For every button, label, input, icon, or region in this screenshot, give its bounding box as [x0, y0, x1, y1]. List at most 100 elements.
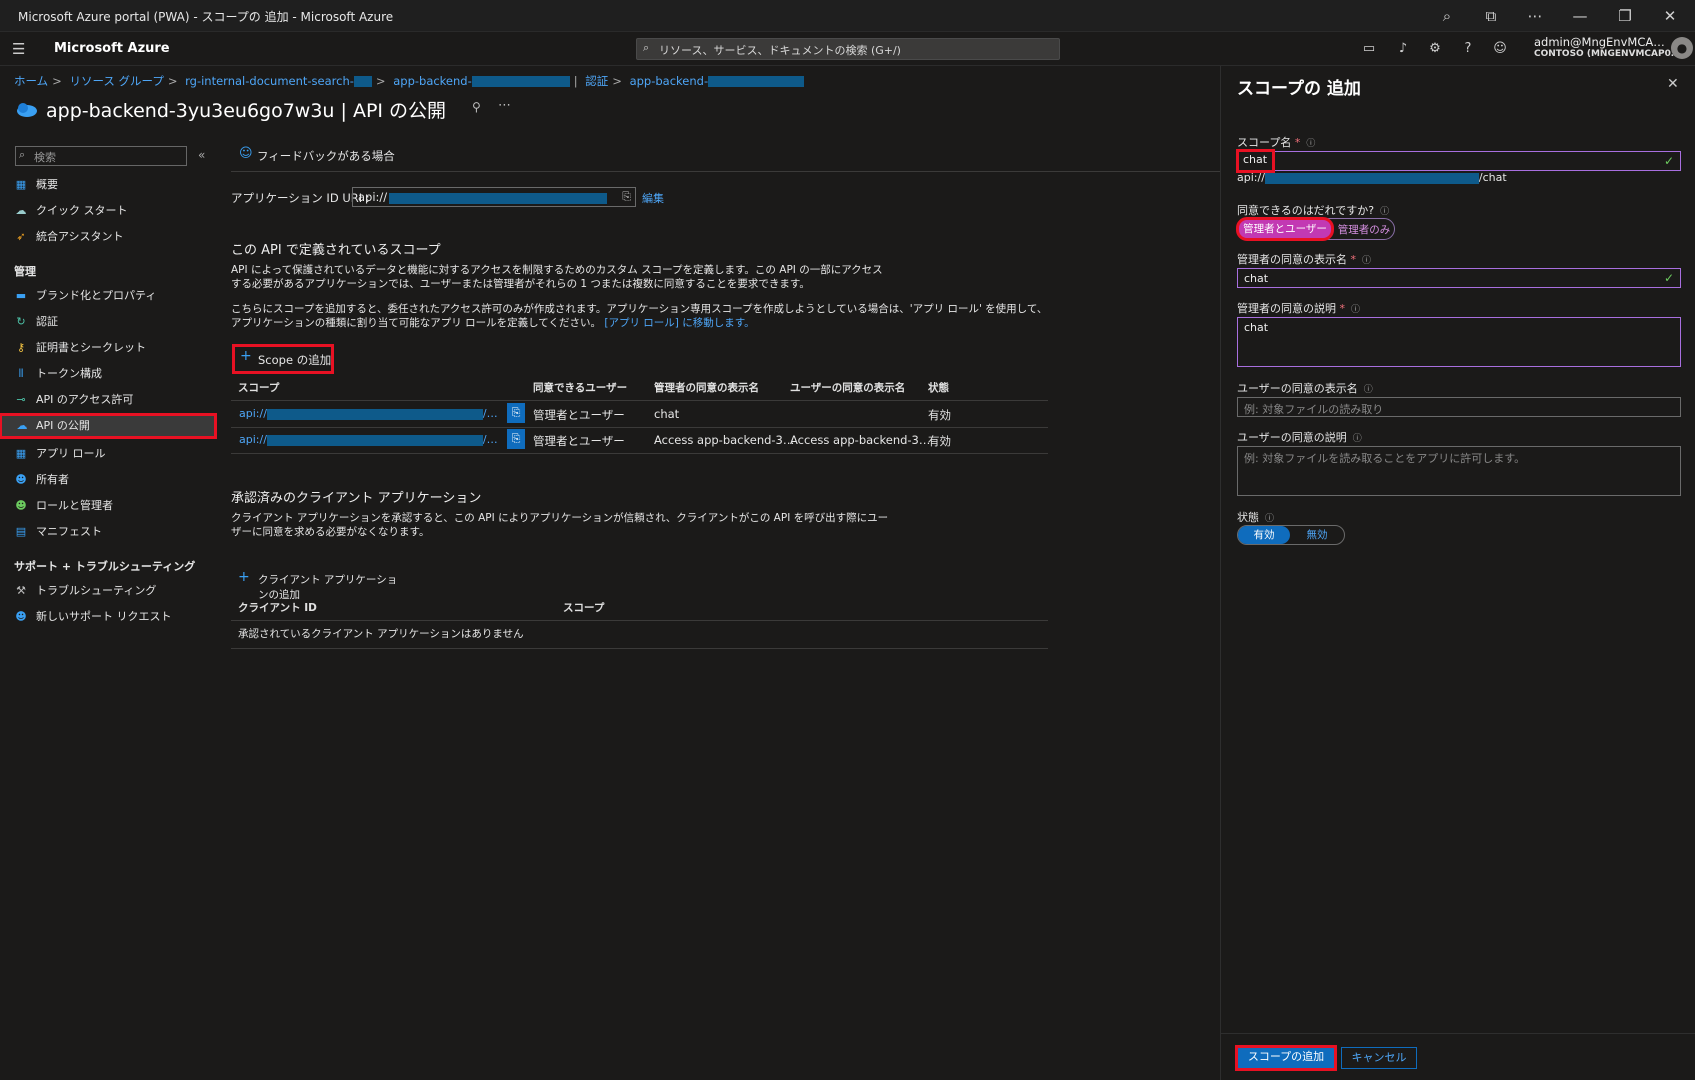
sidebar-section-support: サポート + トラブルシューティング	[14, 560, 196, 573]
bell-icon[interactable]: ♪	[1393, 39, 1413, 59]
state-enabled-option[interactable]: 有効	[1238, 526, 1290, 544]
close-window-icon[interactable]: ✕	[1656, 4, 1684, 28]
permissions-icon: ⊸	[16, 393, 26, 406]
add-client-button[interactable]: + クライアント アプリケーションの追加	[236, 569, 406, 601]
sidebar-item-label: 所有者	[36, 473, 69, 486]
sidebar-item-api-permissions[interactable]: ⊸ API のアクセス許可	[14, 389, 214, 411]
sidebar-item-owners[interactable]: ☻ 所有者	[14, 469, 214, 491]
state-label: 状態 ⓘ	[1237, 511, 1275, 524]
brand-name[interactable]: Microsoft Azure	[54, 41, 170, 56]
app-registration-icon	[17, 103, 37, 117]
admin-display-input[interactable]: chat ✓	[1237, 268, 1681, 288]
minimize-icon[interactable]: —	[1566, 4, 1594, 28]
cell-admin-name: Access app-backend-3…	[654, 433, 795, 447]
panel-title: スコープの 追加	[1237, 79, 1361, 99]
more-options-icon[interactable]: ⋯	[498, 98, 511, 113]
collapse-icon[interactable]: «	[198, 148, 205, 162]
search-placeholder: リソース、サービス、ドキュメントの検索 (G+/)	[659, 44, 901, 57]
scope-link[interactable]: api:///…	[239, 407, 498, 420]
col-state: 状態	[928, 382, 949, 394]
menu-icon[interactable]: ☰	[12, 40, 25, 58]
sidebar-item-roles-admins[interactable]: ☻ ロールと管理者	[14, 495, 214, 517]
global-search-input[interactable]: ⌕ リソース、サービス、ドキュメントの検索 (G+/)	[636, 38, 1060, 60]
breadcrumb-item[interactable]: app-backend-	[393, 74, 472, 88]
gear-icon[interactable]: ⚙	[1425, 39, 1445, 59]
scope-name-input[interactable]: chat ✓	[1236, 149, 1681, 173]
col-admin-name: 管理者の同意の表示名	[654, 382, 759, 394]
zoom-icon[interactable]: ⌕	[1433, 4, 1461, 28]
sidebar-item-troubleshooting[interactable]: ⚒ トラブルシューティング	[14, 580, 214, 602]
breadcrumb: ホーム > リソース グループ > rg-internal-document-sea…	[14, 73, 805, 89]
sidebar-item-manifest[interactable]: ▤ マニフェスト	[14, 521, 214, 543]
sidebar-item-app-roles[interactable]: ▦ アプリ ロール	[14, 443, 214, 465]
user-desc-textarea[interactable]: 例: 対象ファイルを読み取ることをアプリに許可します。	[1237, 446, 1681, 496]
page-title: app-backend-3yu3eu6go7w3u | API の公開	[46, 100, 447, 122]
cloud-icon: ☁	[16, 419, 28, 432]
clients-description: クライアント アプリケーションを承認すると、この API によりアプリケーション…	[231, 512, 889, 538]
feedback-link[interactable]: フィードバックがある場合	[257, 148, 395, 164]
cloud-shell-icon[interactable]: ▭	[1359, 39, 1379, 59]
copy-icon[interactable]: ⎘	[507, 429, 525, 449]
feedback-icon[interactable]: ☺	[1490, 39, 1510, 59]
breadcrumb-item[interactable]: rg-internal-document-search-	[185, 74, 354, 88]
close-icon[interactable]: ✕	[1667, 76, 1679, 92]
manifest-icon: ▤	[15, 525, 27, 538]
cell-state: 有効	[928, 408, 951, 422]
col-scope: スコープ	[238, 382, 280, 394]
sidebar-item-quickstart[interactable]: ☁ クイック スタート	[14, 200, 214, 222]
breadcrumb-item[interactable]: 認証	[585, 74, 608, 88]
roles-admins-icon: ☻	[15, 499, 27, 512]
consent-option-admins-only[interactable]: 管理者のみ	[1334, 221, 1394, 239]
admin-desc-textarea[interactable]: chat	[1237, 317, 1681, 367]
scope-link[interactable]: api:///…	[239, 433, 498, 446]
sidebar-item-assistant[interactable]: ➶ 統合アシスタント	[14, 226, 214, 248]
sidebar-search-input[interactable]: ⌕ 検索	[15, 146, 187, 166]
copy-icon[interactable]: ⎘	[622, 190, 631, 204]
app-icon[interactable]: ⧉	[1477, 4, 1505, 28]
sidebar-item-auth[interactable]: ↻ 認証	[14, 311, 214, 333]
app-id-uri-value: api://	[358, 190, 388, 204]
add-scope-panel: スコープの 追加 ✕ スコープ名 * ⓘ chat ✓ api:///chat 同…	[1220, 66, 1695, 1080]
edit-link[interactable]: 編集	[642, 190, 664, 206]
sidebar-item-expose-api[interactable]: ☁ API の公開	[0, 413, 217, 439]
account-name: admin@MngEnvMCA…	[1534, 35, 1665, 49]
copy-icon[interactable]: ⎘	[507, 403, 525, 423]
cancel-button[interactable]: キャンセル	[1341, 1047, 1417, 1069]
restore-icon[interactable]: ❐	[1611, 4, 1639, 28]
user-display-input[interactable]: 例: 対象ファイルの読み取り	[1237, 397, 1681, 417]
add-scope-submit-button[interactable]: スコープの追加	[1235, 1045, 1337, 1071]
avatar[interactable]: ●	[1671, 37, 1693, 59]
sidebar-item-label: API のアクセス許可	[36, 393, 134, 406]
sidebar-search-placeholder: 検索	[34, 151, 56, 164]
add-scope-button[interactable]: + Scope の追加	[232, 344, 334, 374]
account-info[interactable]: admin@MngEnvMCA… CONTOSO (MNGENVMCAP0…	[1534, 35, 1680, 59]
breadcrumb-item[interactable]: app-backend-	[630, 74, 709, 88]
help-icon[interactable]: ?	[1458, 39, 1478, 59]
clients-empty-text: 承認されているクライアント アプリケーションはありません	[238, 628, 524, 640]
state-disabled-option[interactable]: 無効	[1291, 526, 1343, 544]
scopes-description: API によって保護されているデータと機能に対するアクセスを制限するためのカスタ…	[231, 264, 883, 290]
sidebar-item-token[interactable]: ⦀ トークン構成	[14, 363, 214, 385]
token-icon: ⦀	[18, 367, 24, 380]
account-tenant: CONTOSO (MNGENVMCAP0…	[1534, 49, 1680, 59]
sidebar-item-certificates[interactable]: ⚷ 証明書とシークレット	[14, 337, 214, 359]
breadcrumb-item[interactable]: リソース グループ	[69, 74, 163, 88]
breadcrumb-item[interactable]: ホーム	[14, 74, 48, 88]
pin-icon[interactable]: ⚲	[472, 100, 481, 114]
command-bar: ☺ フィードバックがある場合	[231, 140, 1221, 172]
sidebar-item-branding[interactable]: ▬ ブランド化とプロパティ	[14, 285, 214, 307]
user-display-placeholder: 例: 対象ファイルの読み取り	[1244, 403, 1384, 416]
cell-who: 管理者とユーザー	[533, 434, 625, 448]
sidebar-item-label: 認証	[36, 315, 58, 328]
consent-option-admins-users[interactable]: 管理者とユーザー	[1236, 217, 1334, 241]
sidebar-item-support-request[interactable]: ☻ 新しいサポート リクエスト	[14, 606, 214, 628]
app-roles-link[interactable]: [アプリ ロール] に移動します。	[604, 317, 754, 329]
search-icon: ⌕	[19, 148, 26, 161]
col-who: 同意できるユーザー	[533, 382, 628, 394]
scopes-heading: この API で定義されているスコープ	[231, 243, 441, 258]
more-icon[interactable]: ⋯	[1521, 4, 1549, 28]
app-id-uri-field[interactable]: api:// ⎘	[352, 187, 636, 207]
divider	[231, 453, 1048, 454]
table-row: api:///… ⎘ 管理者とユーザー Access app-backend-3…	[231, 427, 1048, 453]
sidebar-item-overview[interactable]: ▦ 概要	[14, 174, 214, 196]
